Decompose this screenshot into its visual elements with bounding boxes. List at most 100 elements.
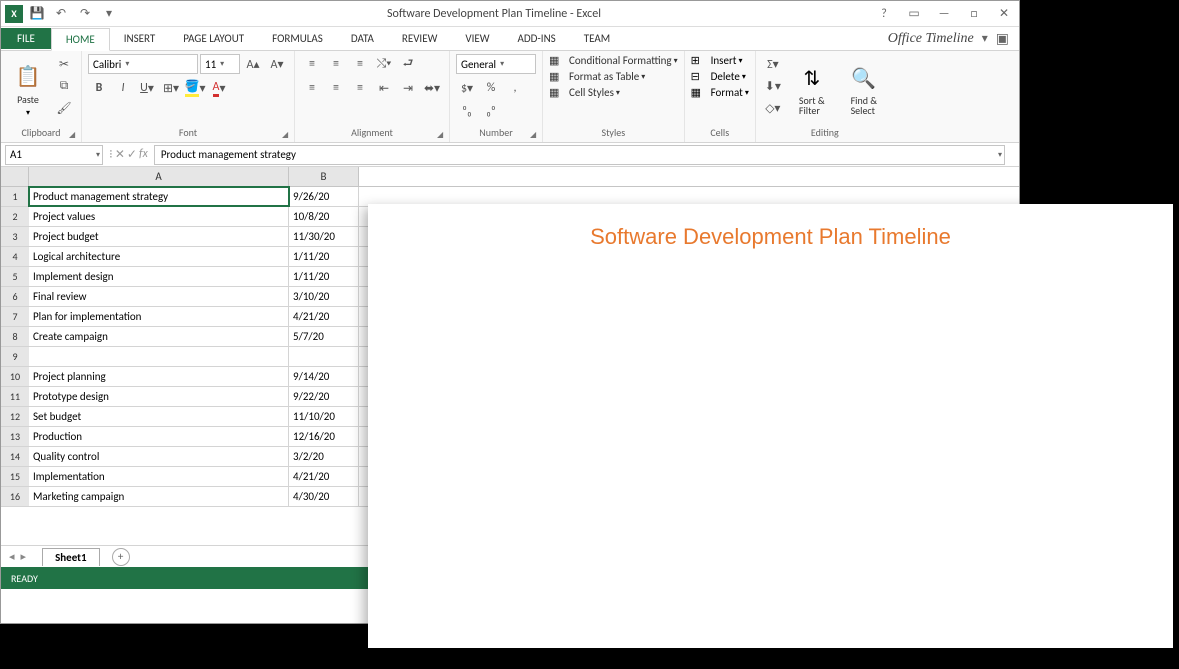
- align-center-icon[interactable]: ≡: [325, 78, 347, 98]
- help-icon[interactable]: ?: [869, 2, 899, 26]
- decrease-decimal-icon[interactable]: ₀⁰: [480, 102, 502, 122]
- cell[interactable]: 4/30/20: [289, 487, 359, 506]
- col-header-b[interactable]: B: [289, 167, 359, 186]
- percent-icon[interactable]: %: [480, 78, 502, 98]
- tab-data[interactable]: DATA: [337, 28, 388, 49]
- tab-home[interactable]: HOME: [51, 28, 110, 51]
- close-icon[interactable]: ✕: [989, 2, 1019, 26]
- tab-page-layout[interactable]: PAGE LAYOUT: [169, 28, 258, 49]
- increase-indent-icon[interactable]: ⇥: [397, 78, 419, 98]
- col-header-a[interactable]: A: [29, 167, 289, 186]
- ribbon-display-icon[interactable]: ▭: [899, 2, 929, 26]
- cell[interactable]: [29, 347, 289, 366]
- save-icon[interactable]: 💾: [27, 4, 47, 24]
- cell[interactable]: Plan for implementation: [29, 307, 289, 326]
- row-header[interactable]: 5: [1, 267, 29, 287]
- font-size-combo[interactable]: 11▾: [200, 54, 240, 74]
- clipboard-launcher-icon[interactable]: ◢: [69, 130, 79, 140]
- row-header[interactable]: 10: [1, 367, 29, 387]
- accounting-icon[interactable]: $▾: [456, 78, 478, 98]
- row-header[interactable]: 14: [1, 447, 29, 467]
- formula-input[interactable]: Product management strategy▾: [154, 145, 1005, 165]
- cell[interactable]: 11/30/20: [289, 227, 359, 246]
- minimize-icon[interactable]: —: [929, 2, 959, 26]
- cell-styles-button[interactable]: ▦Cell Styles▾: [549, 86, 678, 99]
- tab-formulas[interactable]: FORMULAS: [258, 28, 337, 49]
- row-header[interactable]: 16: [1, 487, 29, 507]
- cell[interactable]: Marketing campaign: [29, 487, 289, 506]
- bold-icon[interactable]: B: [88, 78, 110, 98]
- wrap-text-icon[interactable]: ⮐: [397, 54, 419, 74]
- format-cells-button[interactable]: ▦Format▾: [691, 86, 749, 99]
- number-launcher-icon[interactable]: ◢: [530, 130, 540, 140]
- cell[interactable]: 3/10/20: [289, 287, 359, 306]
- cell[interactable]: Project budget: [29, 227, 289, 246]
- row-header[interactable]: 9: [1, 347, 29, 367]
- copy-icon[interactable]: ⧉: [53, 76, 75, 96]
- enter-formula-icon[interactable]: ✓: [127, 147, 137, 162]
- office-timeline-collapse-icon[interactable]: ▣: [996, 30, 1009, 47]
- insert-cells-button[interactable]: ⊞Insert▾: [691, 54, 749, 67]
- conditional-formatting-button[interactable]: ▦Conditional Formatting▾: [549, 54, 678, 67]
- cell[interactable]: Implementation: [29, 467, 289, 486]
- tab-view[interactable]: VIEW: [451, 28, 503, 49]
- increase-decimal-icon[interactable]: ⁰₀: [456, 102, 478, 122]
- cell[interactable]: 11/10/20: [289, 407, 359, 426]
- cell[interactable]: 1/11/20: [289, 247, 359, 266]
- redo-icon[interactable]: ↷: [75, 4, 95, 24]
- cell[interactable]: 5/7/20: [289, 327, 359, 346]
- qat-customize-icon[interactable]: ▾: [99, 4, 119, 24]
- cell[interactable]: 12/16/20: [289, 427, 359, 446]
- align-bottom-icon[interactable]: ≡: [349, 54, 371, 74]
- name-box[interactable]: A1▾: [5, 145, 103, 165]
- cell[interactable]: Logical architecture: [29, 247, 289, 266]
- number-format-combo[interactable]: General▾: [456, 54, 536, 74]
- row-header[interactable]: 2: [1, 207, 29, 227]
- prev-sheet-icon[interactable]: ◂: [9, 550, 15, 563]
- cell[interactable]: 1/11/20: [289, 267, 359, 286]
- row-header[interactable]: 12: [1, 407, 29, 427]
- maximize-icon[interactable]: □: [959, 2, 989, 26]
- paste-button[interactable]: 📋 Paste ▾: [7, 54, 49, 125]
- underline-icon[interactable]: U▾: [136, 78, 158, 98]
- undo-icon[interactable]: ↶: [51, 4, 71, 24]
- cell[interactable]: [289, 347, 359, 366]
- fx-icon[interactable]: fx: [139, 147, 148, 162]
- decrease-indent-icon[interactable]: ⇤: [373, 78, 395, 98]
- row-header[interactable]: 8: [1, 327, 29, 347]
- cell[interactable]: 10/8/20: [289, 207, 359, 226]
- merge-icon[interactable]: ⬌▾: [421, 78, 443, 98]
- alignment-launcher-icon[interactable]: ◢: [437, 130, 447, 140]
- cell[interactable]: Product management strategy: [29, 187, 289, 206]
- office-timeline-label[interactable]: Office Timeline: [888, 31, 974, 47]
- cell[interactable]: 4/21/20: [289, 307, 359, 326]
- select-all-corner[interactable]: [1, 167, 29, 187]
- row-header[interactable]: 11: [1, 387, 29, 407]
- row-header[interactable]: 6: [1, 287, 29, 307]
- next-sheet-icon[interactable]: ▸: [21, 550, 27, 563]
- tab-addins[interactable]: ADD-INS: [504, 28, 570, 49]
- row-header[interactable]: 4: [1, 247, 29, 267]
- format-painter-icon[interactable]: 🖌: [53, 98, 75, 118]
- shrink-font-icon[interactable]: A▾: [266, 54, 288, 74]
- cell[interactable]: Set budget: [29, 407, 289, 426]
- cell[interactable]: 9/26/20: [289, 187, 359, 206]
- tab-review[interactable]: REVIEW: [388, 28, 452, 49]
- row-header[interactable]: 15: [1, 467, 29, 487]
- new-sheet-icon[interactable]: +: [112, 548, 130, 566]
- cell[interactable]: Create campaign: [29, 327, 289, 346]
- tab-insert[interactable]: INSERT: [110, 28, 170, 49]
- format-as-table-button[interactable]: ▦Format as Table▾: [549, 70, 678, 83]
- cell[interactable]: Production: [29, 427, 289, 446]
- office-timeline-dropdown-icon[interactable]: ▾: [982, 31, 988, 46]
- fill-icon[interactable]: ⬇▾: [762, 76, 784, 96]
- orientation-icon[interactable]: ⤭▾: [373, 54, 395, 74]
- italic-icon[interactable]: I: [112, 78, 134, 98]
- cell[interactable]: Project planning: [29, 367, 289, 386]
- borders-icon[interactable]: ⊞▾: [160, 78, 182, 98]
- font-launcher-icon[interactable]: ◢: [282, 130, 292, 140]
- clear-icon[interactable]: ◇▾: [762, 98, 784, 118]
- tab-team[interactable]: TEAM: [570, 28, 624, 49]
- cell[interactable]: 9/22/20: [289, 387, 359, 406]
- comma-icon[interactable]: ,: [504, 78, 526, 98]
